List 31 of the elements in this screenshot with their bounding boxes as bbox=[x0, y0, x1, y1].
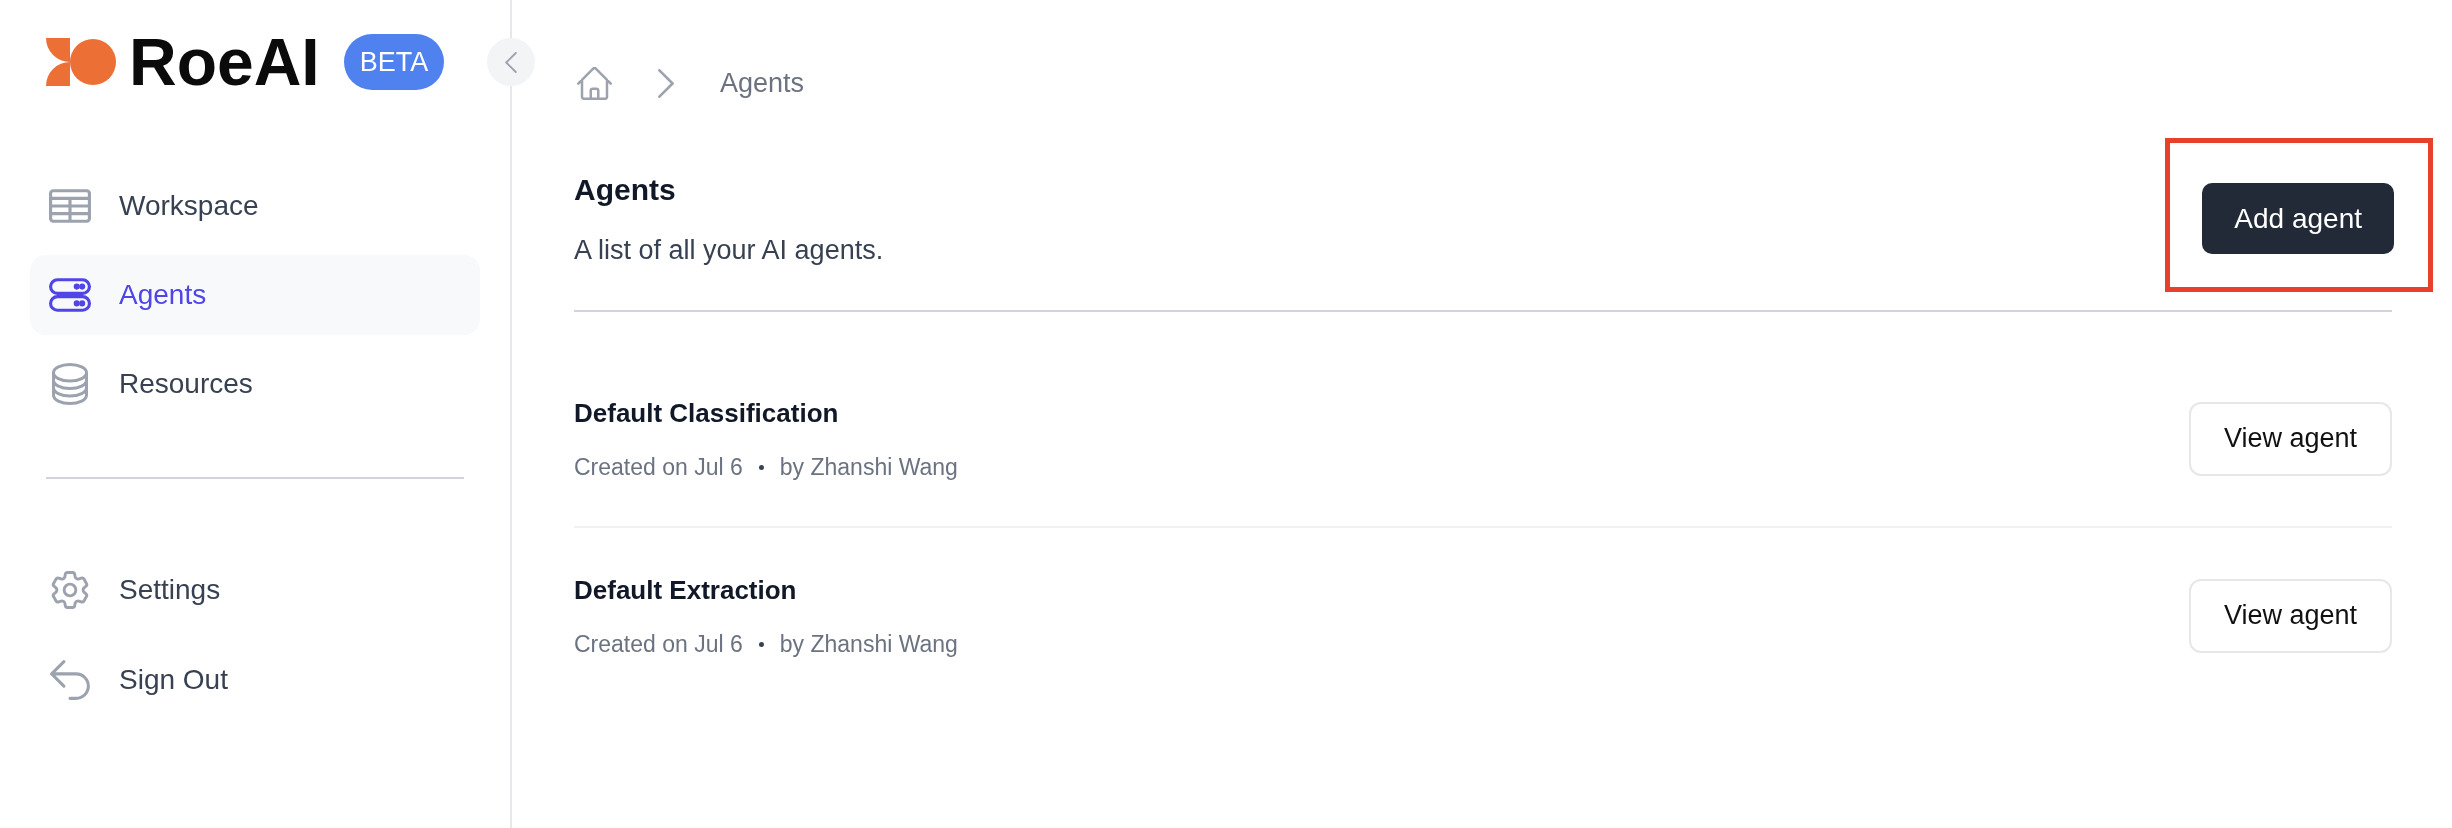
server-stack-icon bbox=[49, 278, 91, 312]
created-date: Created on Jul 6 bbox=[574, 630, 743, 659]
page-title: Agents bbox=[574, 172, 677, 208]
home-icon[interactable] bbox=[577, 66, 612, 100]
breadcrumb-current: Agents bbox=[720, 67, 805, 100]
page-subtitle: A list of all your AI agents. bbox=[574, 234, 884, 267]
beta-badge: BETA bbox=[343, 34, 445, 90]
sidebar-item[interactable]: Sign Out bbox=[30, 640, 480, 720]
database-icon bbox=[52, 363, 88, 405]
chevron-right-icon bbox=[658, 68, 674, 98]
sidebar-item[interactable]: Settings bbox=[30, 550, 480, 630]
table-icon bbox=[49, 189, 91, 223]
agent-name: Default Extraction bbox=[574, 574, 798, 607]
chevron-left-icon bbox=[505, 51, 517, 73]
dot-separator-icon bbox=[758, 641, 764, 647]
view-agent-button[interactable]: View agent bbox=[2188, 401, 2392, 476]
logo-icon bbox=[46, 38, 116, 86]
logo-wordmark: RoeAI bbox=[129, 34, 320, 90]
agent-name: Default Classification bbox=[574, 397, 840, 430]
sidebar-item[interactable]: Workspace bbox=[30, 166, 480, 246]
collapse-sidebar-button[interactable] bbox=[487, 38, 535, 86]
view-agent-button[interactable]: View agent bbox=[2188, 578, 2392, 653]
sidebar-item[interactable]: Agents bbox=[30, 255, 480, 335]
sidebar-item[interactable]: Resources bbox=[30, 344, 480, 424]
created-date: Created on Jul 6 bbox=[574, 453, 743, 482]
add-agent-button[interactable]: Add agent bbox=[2202, 183, 2394, 254]
author-name: by Zhanshi Wang bbox=[779, 630, 958, 659]
dot-separator-icon bbox=[758, 464, 764, 470]
gear-icon bbox=[51, 571, 89, 609]
undo-arrow-icon bbox=[50, 660, 90, 700]
author-name: by Zhanshi Wang bbox=[779, 453, 958, 482]
